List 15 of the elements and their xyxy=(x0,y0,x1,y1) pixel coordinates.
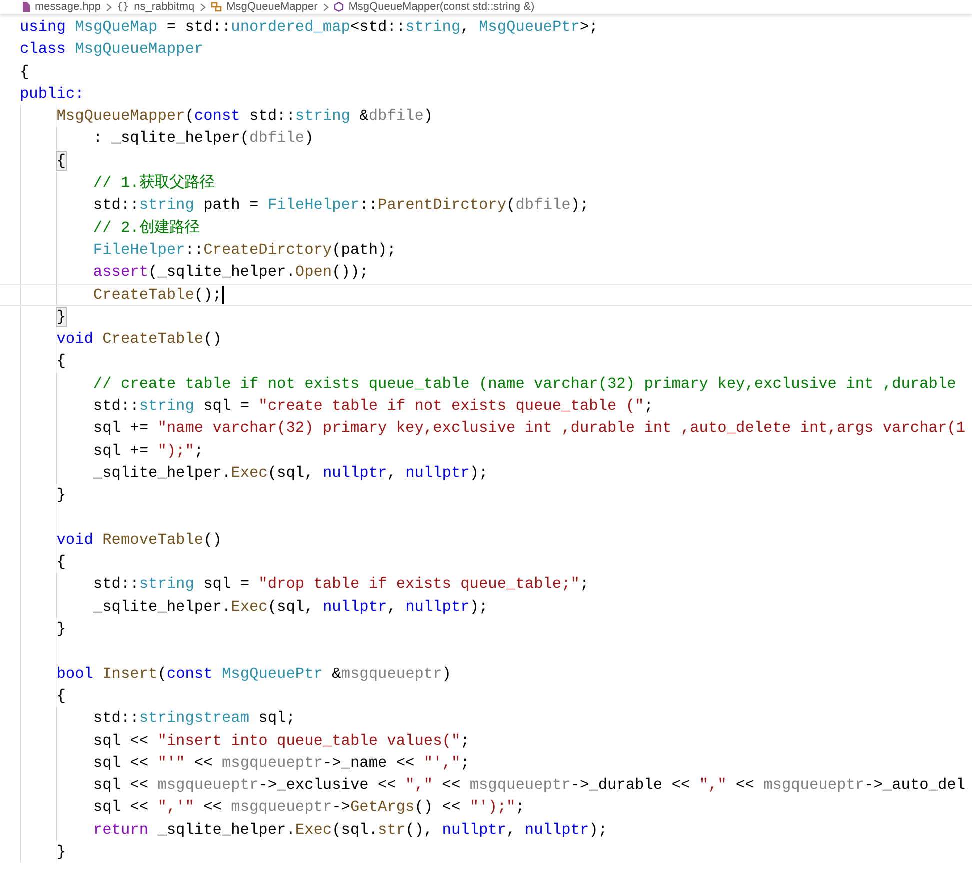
chevron-icon xyxy=(106,2,112,12)
namespace-icon: {} xyxy=(117,2,130,12)
code-line: public: xyxy=(19,84,86,105)
breadcrumb-item[interactable]: message.hpp xyxy=(35,1,102,13)
code-line: { xyxy=(19,62,30,83)
code-line: using MsgQueMap = std::unordered_map<std::string, MsgQueuePtr>; xyxy=(19,17,600,38)
class-icon xyxy=(210,2,222,12)
cube-icon xyxy=(334,2,344,12)
code-line: class MsgQueueMapper xyxy=(19,39,205,60)
breadcrumb-item[interactable]: ns_rabbitmq xyxy=(134,1,195,13)
file-icon xyxy=(22,2,30,12)
chevron-icon xyxy=(200,2,206,12)
breadcrumb-item[interactable]: MsgQueueMapper xyxy=(226,1,318,13)
breadcrumb-item[interactable]: MsgQueueMapper(const std::string &) xyxy=(348,1,535,13)
chevron-icon xyxy=(322,2,329,12)
